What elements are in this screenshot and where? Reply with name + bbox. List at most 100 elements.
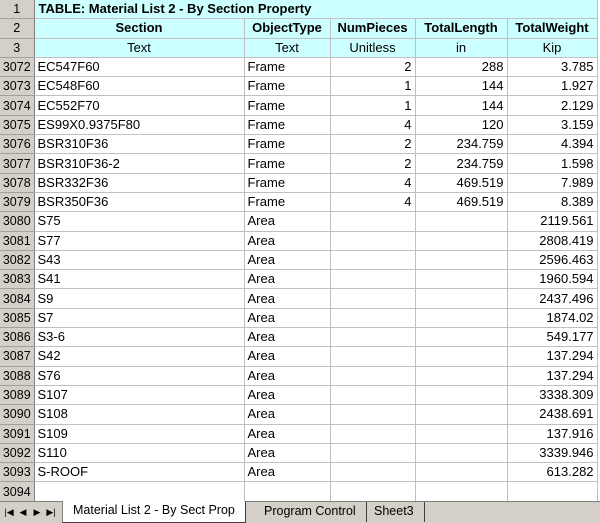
cell-totalweight[interactable]: 3339.946 [507,443,598,464]
cell-objecttype[interactable]: Area [244,308,331,329]
cell-objecttype[interactable]: Area [244,443,331,464]
tab-sheet3[interactable]: Sheet3 [364,502,425,522]
row-header[interactable]: 3094 [0,481,35,501]
row-header[interactable]: 3081 [0,231,35,251]
cell-numpieces[interactable] [330,404,416,425]
cell-totalweight[interactable]: 2.129 [507,95,598,116]
row-header[interactable]: 2 [0,18,35,39]
first-sheet-icon[interactable]: |◀ [3,505,15,519]
cell-totallength[interactable] [415,250,508,271]
cell-objecttype[interactable]: Area [244,288,331,309]
unit-objecttype[interactable]: Text [244,38,331,58]
cell-numpieces[interactable] [330,269,416,290]
cell-objecttype[interactable]: Area [244,462,331,483]
cell-totalweight[interactable]: 2596.463 [507,250,598,271]
cell-numpieces[interactable] [330,385,416,406]
cell-totallength[interactable] [415,385,508,406]
cell-numpieces[interactable] [330,231,416,251]
cell-section[interactable]: BSR310F36-2 [34,153,245,174]
cell-numpieces[interactable]: 1 [330,95,416,116]
last-sheet-icon[interactable]: ▶| [45,505,57,519]
row-header[interactable]: 3085 [0,308,35,329]
prev-sheet-icon[interactable]: ◀ [17,505,29,519]
cell-totallength[interactable]: 288 [415,57,508,78]
cell-totallength[interactable]: 469.519 [415,173,508,193]
row-header[interactable]: 3082 [0,250,35,271]
row-header[interactable]: 3073 [0,76,35,97]
cell-objecttype[interactable]: Area [244,424,331,444]
unit-numpieces[interactable]: Unitless [330,38,416,58]
cell-totalweight[interactable]: 1.598 [507,153,598,174]
cell-objecttype[interactable]: Frame [244,57,331,78]
cell-totallength[interactable] [415,462,508,483]
row-header[interactable]: 3091 [0,424,35,444]
cell-objecttype[interactable]: Area [244,250,331,271]
cell-section[interactable]: S109 [34,424,245,444]
row-header[interactable]: 3078 [0,173,35,193]
cell-section[interactable]: S43 [34,250,245,271]
cell-totallength[interactable]: 144 [415,95,508,116]
column-header-numpieces[interactable]: NumPieces [330,18,416,39]
tab-program-control[interactable]: Program Control [254,502,367,522]
row-header[interactable]: 3084 [0,288,35,309]
cell-numpieces[interactable]: 2 [330,57,416,78]
cell-section[interactable]: S110 [34,443,245,464]
cell-numpieces[interactable] [330,288,416,309]
row-header[interactable]: 3092 [0,443,35,464]
cell-numpieces[interactable] [330,327,416,348]
cell-objecttype[interactable]: Area [244,366,331,386]
cell-numpieces[interactable] [330,308,416,329]
column-header-objecttype[interactable]: ObjectType [244,18,331,39]
cell-section[interactable] [34,481,245,501]
cell-totallength[interactable] [415,366,508,386]
cell-totallength[interactable] [415,424,508,444]
row-header[interactable]: 3090 [0,404,35,425]
cell-totallength[interactable] [415,443,508,464]
cell-section[interactable]: BSR332F36 [34,173,245,193]
cell-totalweight[interactable]: 2437.496 [507,288,598,309]
cell-numpieces[interactable]: 4 [330,173,416,193]
cell-objecttype[interactable]: Frame [244,192,331,213]
cell-objecttype[interactable]: Frame [244,153,331,174]
cell-section[interactable]: S42 [34,346,245,367]
cell-section[interactable]: S7 [34,308,245,329]
cell-section[interactable]: EC548F60 [34,76,245,97]
cell-totalweight[interactable]: 8.389 [507,192,598,213]
row-header[interactable]: 3089 [0,385,35,406]
cell-section[interactable]: S41 [34,269,245,290]
cell-section[interactable]: S-ROOF [34,462,245,483]
cell-numpieces[interactable] [330,250,416,271]
row-header[interactable]: 3087 [0,346,35,367]
cell-totallength[interactable] [415,231,508,251]
cell-totalweight[interactable]: 137.294 [507,366,598,386]
row-header[interactable]: 3075 [0,115,35,136]
cell-section[interactable]: EC552F70 [34,95,245,116]
cell-totallength[interactable]: 120 [415,115,508,136]
cell-totallength[interactable]: 234.759 [415,134,508,155]
cell-totalweight[interactable]: 2808.419 [507,231,598,251]
row-header[interactable]: 3077 [0,153,35,174]
row-header[interactable]: 3088 [0,366,35,386]
cell-totalweight[interactable]: 2119.561 [507,211,598,232]
cell-section[interactable]: S76 [34,366,245,386]
cell-objecttype[interactable]: Area [244,211,331,232]
cell-numpieces[interactable] [330,346,416,367]
cell-objecttype[interactable]: Area [244,327,331,348]
unit-totallength[interactable]: in [415,38,508,58]
unit-section[interactable]: Text [34,38,245,58]
cell-totalweight[interactable]: 1960.594 [507,269,598,290]
cell-totallength[interactable] [415,288,508,309]
column-header-totalweight[interactable]: TotalWeight [507,18,598,39]
cell-totalweight[interactable]: 3.785 [507,57,598,78]
table-title[interactable]: TABLE: Material List 2 - By Section Prop… [34,0,598,20]
cell-totallength[interactable]: 469.519 [415,192,508,213]
cell-totalweight[interactable]: 1.927 [507,76,598,97]
cell-objecttype[interactable]: Area [244,231,331,251]
cell-objecttype[interactable]: Area [244,404,331,425]
row-header[interactable]: 3079 [0,192,35,213]
cell-totallength[interactable]: 144 [415,76,508,97]
cell-objecttype[interactable]: Area [244,385,331,406]
row-header[interactable]: 3080 [0,211,35,232]
cell-objecttype[interactable]: Area [244,346,331,367]
cell-totalweight[interactable]: 3.159 [507,115,598,136]
